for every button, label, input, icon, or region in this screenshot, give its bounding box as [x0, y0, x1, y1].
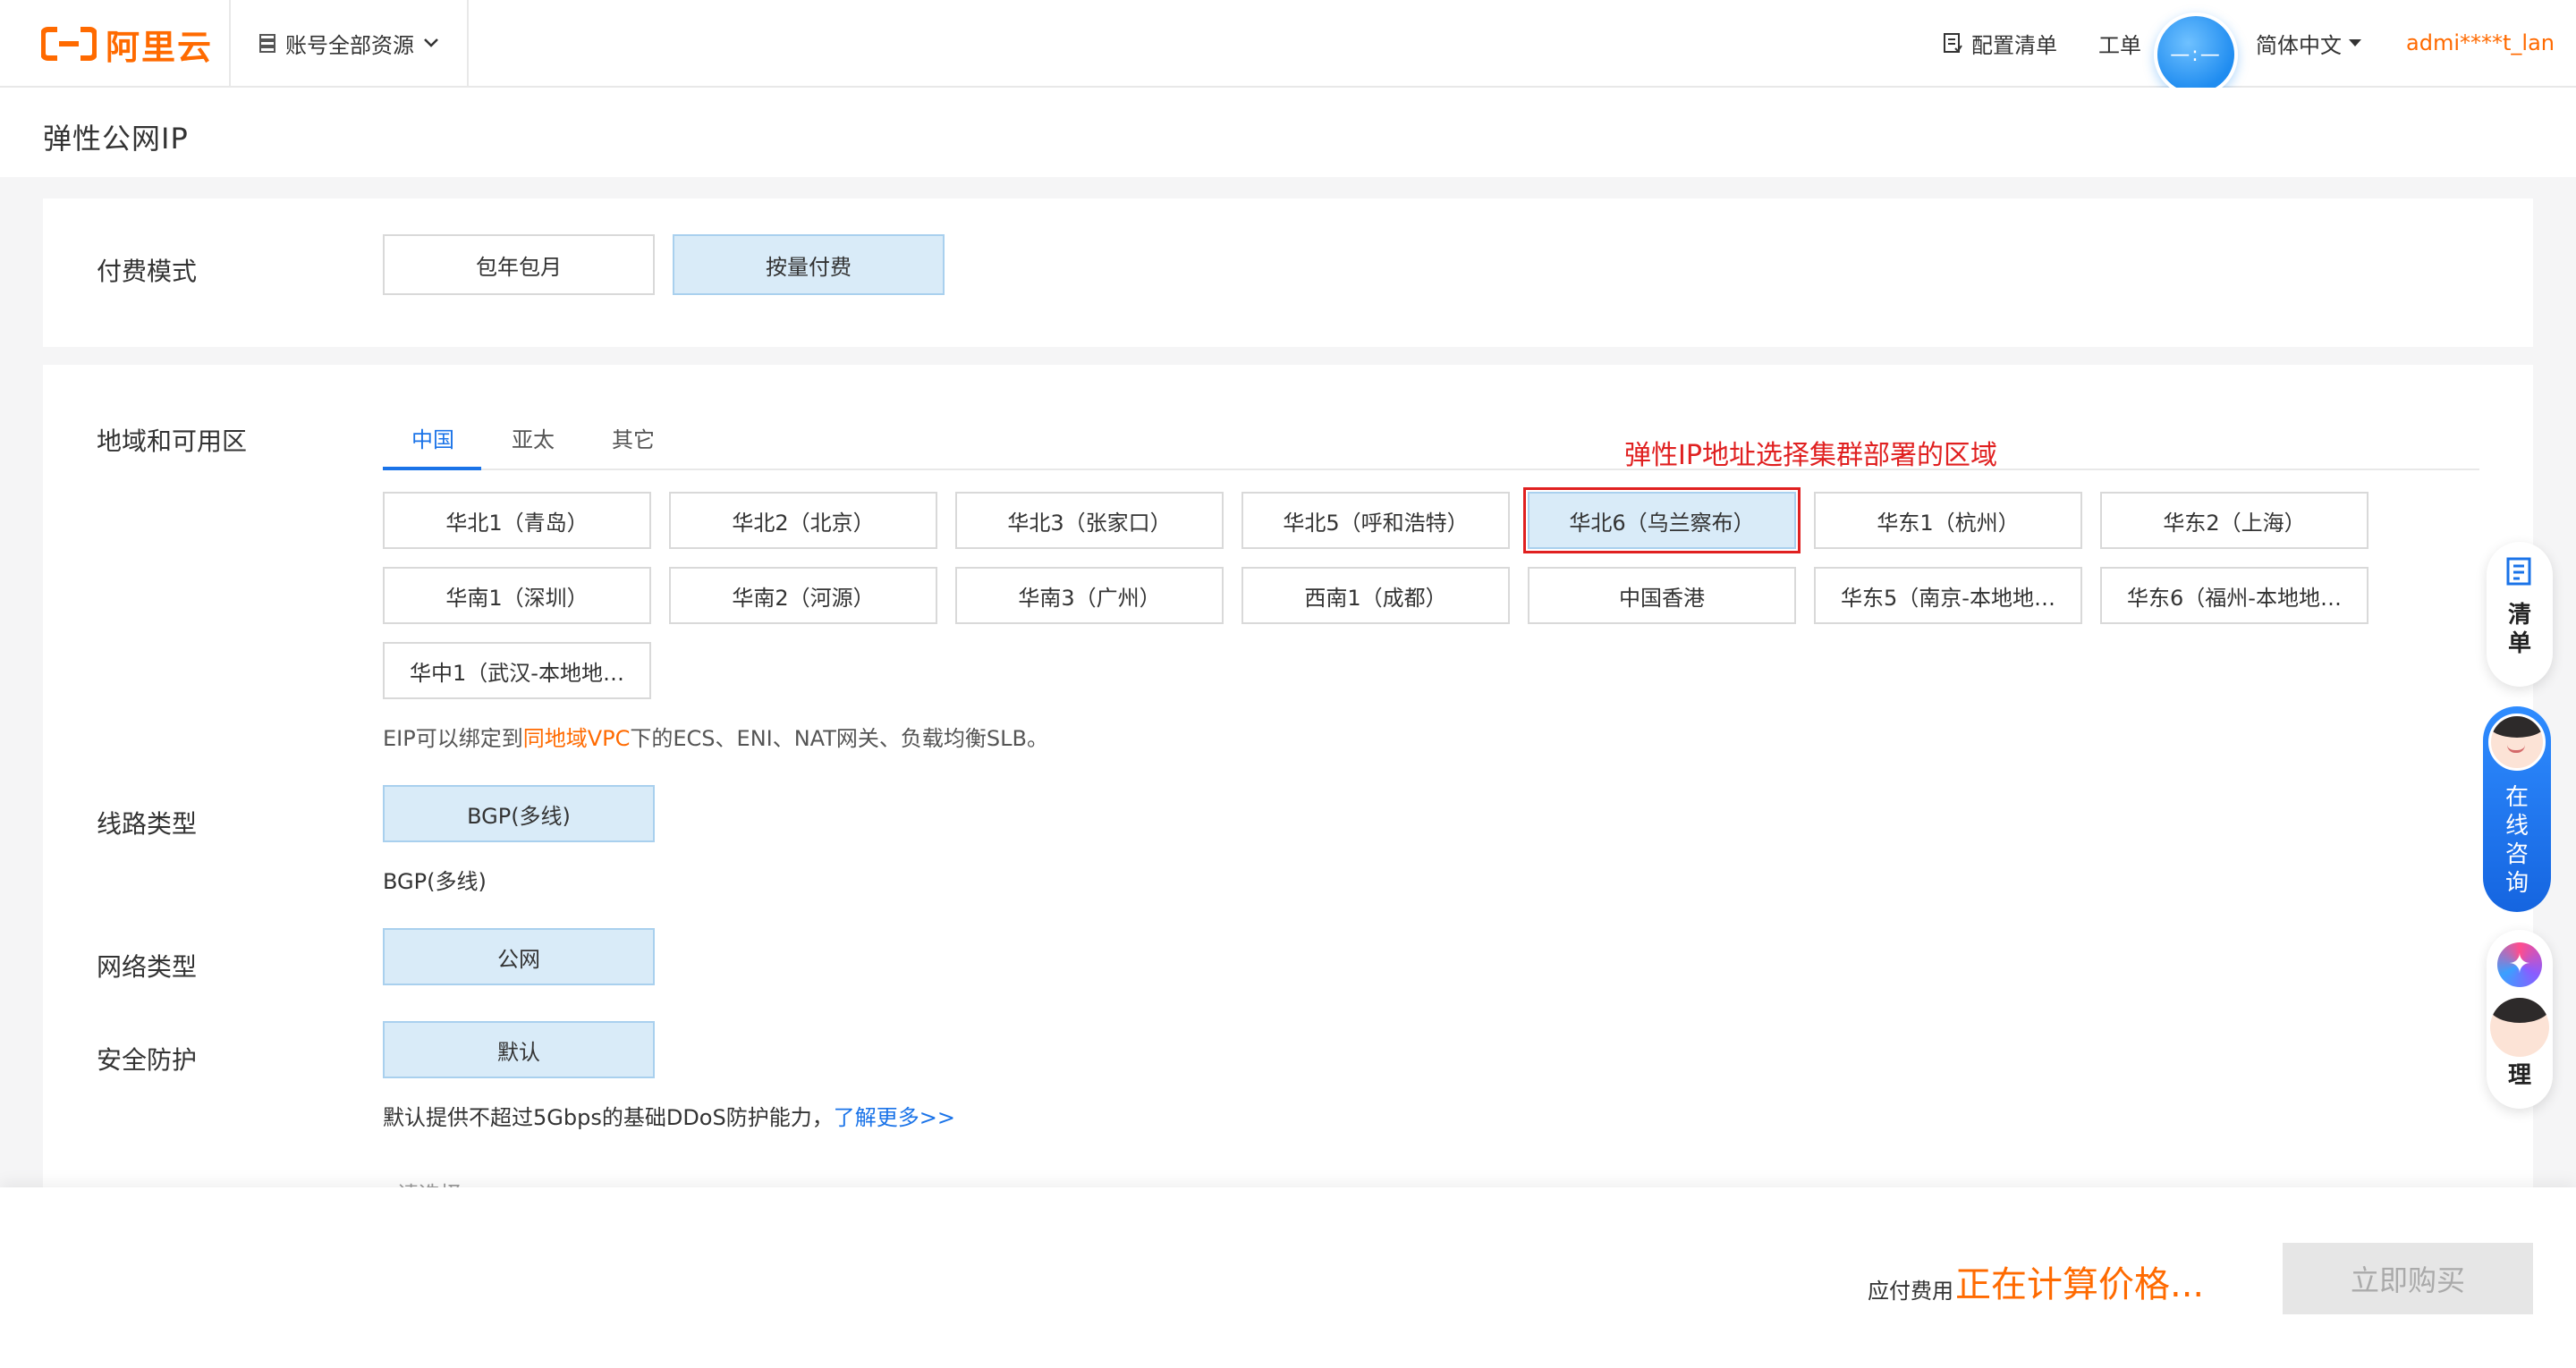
list-label: 清单: [2507, 602, 2531, 657]
page-header: [0, 88, 2576, 177]
security-label: 安全防护: [97, 1045, 198, 1075]
list-doc-icon: [1944, 33, 1962, 53]
avatar-text: —:—: [2170, 43, 2222, 66]
annotation-text: 弹性IP地址选择集群部署的区域: [1624, 440, 1997, 471]
fee-value: 正在计算价格...: [1955, 1264, 2205, 1305]
consult-label: 在线咨询: [2504, 784, 2529, 897]
security-option-default[interactable]: 默认: [383, 1021, 655, 1078]
tab-other[interactable]: 其它: [612, 422, 655, 453]
region-label: 地域和可用区: [97, 426, 248, 456]
resource-switch-label: 账号全部资源: [285, 32, 414, 58]
zone-option[interactable]: 华北1（青岛）: [383, 492, 651, 549]
aliyun-logo-icon: [41, 27, 97, 61]
zone-option[interactable]: 华东5（南京-本地地…: [1814, 567, 2082, 624]
region-note-prefix: EIP可以绑定到: [383, 726, 523, 751]
billing-label: 付费模式: [97, 257, 198, 286]
language-label: 简体中文: [2256, 32, 2342, 58]
language-switch[interactable]: 简体中文: [2256, 0, 2361, 86]
floating-assistant-button[interactable]: 理: [2487, 930, 2553, 1109]
consultant-avatar-icon: [2488, 714, 2546, 771]
line-type-option-bgp[interactable]: BGP(多线): [383, 785, 655, 842]
tab-bar-line: [383, 469, 2479, 470]
zone-option[interactable]: 华南3（广州）: [955, 567, 1224, 624]
security-note-text: 默认提供不超过5Gbps的基础DDoS防护能力，: [383, 1105, 834, 1130]
tab-asia-pacific[interactable]: 亚太: [512, 422, 555, 453]
logo-text: 阿里云: [106, 27, 214, 67]
tab-active-underline: [383, 467, 481, 470]
user-name: admi****t_lan: [2406, 30, 2555, 55]
resource-switch[interactable]: 账号全部资源: [229, 0, 469, 86]
zone-option[interactable]: 华中1（武汉-本地地…: [383, 642, 651, 699]
assistant-label: 理: [2507, 1062, 2531, 1089]
region-note: EIP可以绑定到同地域VPC下的ECS、ENI、NAT网关、负载均衡SLB。: [383, 721, 1048, 752]
floating-consult-button[interactable]: 在线咨询: [2483, 706, 2551, 912]
ticket-label: 工单: [2098, 32, 2141, 58]
list-icon: [2506, 557, 2531, 586]
zone-option-selected[interactable]: 华北6（乌兰察布）: [1523, 487, 1801, 553]
zone-option[interactable]: 华北3（张家口）: [955, 492, 1224, 549]
assistant-avatar[interactable]: —:—: [2154, 13, 2238, 97]
learn-more-link[interactable]: 了解更多>>: [834, 1105, 955, 1130]
server-icon: [259, 34, 275, 53]
line-type-desc: BGP(多线): [383, 869, 487, 894]
chevron-down-icon: [424, 38, 438, 47]
config-list-link[interactable]: 配置清单: [1943, 0, 2057, 86]
assistant-avatar-icon: [2490, 998, 2549, 1057]
zone-option[interactable]: 中国香港: [1528, 567, 1796, 624]
page-title: 弹性公网IP: [43, 122, 189, 156]
aliyun-logo[interactable]: 阿里云: [41, 23, 213, 67]
line-type-label: 线路类型: [97, 809, 198, 839]
buy-now-button[interactable]: 立即购买: [2283, 1243, 2533, 1314]
zone-option[interactable]: 华南2（河源）: [669, 567, 937, 624]
billing-option-subscription[interactable]: 包年包月: [383, 234, 655, 295]
fee-label: 应付费用: [1868, 1279, 1953, 1304]
floating-list-button[interactable]: 清单: [2487, 542, 2553, 687]
caret-down-icon: [2349, 39, 2361, 46]
tab-china[interactable]: 中国: [411, 422, 454, 453]
security-note: 默认提供不超过5Gbps的基础DDoS防护能力，了解更多>>: [383, 1100, 955, 1131]
ai-spark-icon: [2497, 942, 2542, 987]
network-type-label: 网络类型: [97, 952, 198, 982]
billing-option-pay-as-you-go[interactable]: 按量付费: [673, 234, 945, 295]
zone-option[interactable]: 华北2（北京）: [669, 492, 937, 549]
zone-option[interactable]: 西南1（成都）: [1241, 567, 1510, 624]
network-type-option-public[interactable]: 公网: [383, 928, 655, 985]
zone-option[interactable]: 华东2（上海）: [2100, 492, 2368, 549]
region-note-suffix: 下的ECS、ENI、NAT网关、负载均衡SLB。: [630, 726, 1048, 751]
config-list-label: 配置清单: [1971, 32, 2057, 58]
zone-option[interactable]: 华南1（深圳）: [383, 567, 651, 624]
user-menu[interactable]: admi****t_lan: [2406, 0, 2555, 86]
zone-option[interactable]: 华北5（呼和浩特）: [1241, 492, 1510, 549]
region-note-highlight[interactable]: 同地域VPC: [523, 726, 631, 751]
zone-option[interactable]: 华东1（杭州）: [1814, 492, 2082, 549]
ticket-link[interactable]: 工单: [2098, 0, 2141, 86]
zone-option[interactable]: 华东6（福州-本地地…: [2100, 567, 2368, 624]
